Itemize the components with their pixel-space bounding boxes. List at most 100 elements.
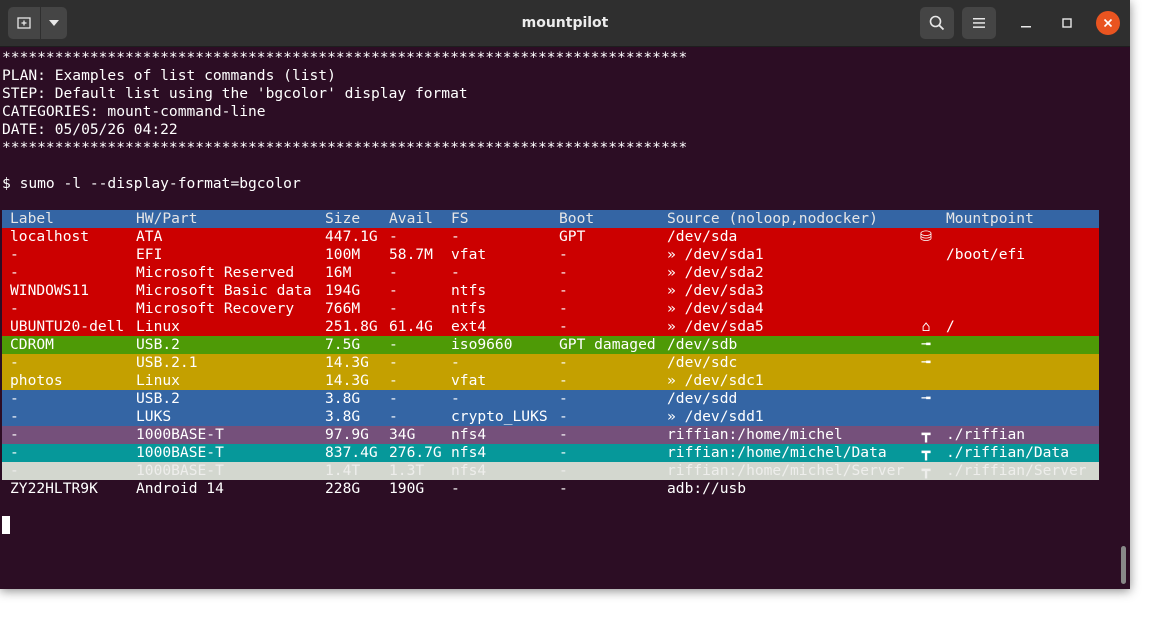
cell-avail: - bbox=[389, 228, 398, 245]
cell-fs: ext4 bbox=[451, 318, 487, 335]
cell-label: - bbox=[10, 354, 19, 371]
header-fs: FS bbox=[451, 210, 469, 227]
search-icon bbox=[929, 15, 945, 31]
cell-fs: crypto_LUKS bbox=[451, 408, 548, 425]
header-label: Label bbox=[10, 210, 54, 227]
cell-boot: - bbox=[559, 318, 568, 335]
cell-size: 447.1G bbox=[325, 228, 378, 245]
table-row: WINDOWS11 Microsoft Basic data 194G - ntfs - »… bbox=[2, 282, 1099, 300]
cell-source: riffian:/home/michel bbox=[667, 426, 843, 443]
cell-source: riffian:/home/michel/Server bbox=[667, 462, 905, 479]
cell-label: - bbox=[10, 408, 19, 425]
minimize-icon bbox=[1021, 26, 1031, 28]
cell-size: 228G bbox=[325, 480, 361, 497]
categories-line: CATEGORIES: mount-command-line bbox=[2, 103, 266, 120]
cell-size: 16M bbox=[325, 264, 352, 281]
cell-type-icon bbox=[918, 282, 934, 300]
cell-label: - bbox=[10, 444, 19, 461]
header-source: Source (noloop,nodocker) bbox=[667, 210, 878, 227]
cell-boot: - bbox=[559, 282, 568, 299]
table-row: - USB.2 3.8G - - - /dev/sdd ╼ bbox=[2, 390, 1099, 408]
cell-fs: ntfs bbox=[451, 300, 487, 317]
cell-size: 3.8G bbox=[325, 408, 361, 425]
tab-dropdown-button[interactable] bbox=[41, 7, 67, 39]
cell-source: » /dev/sda1 bbox=[667, 246, 764, 263]
scrollbar[interactable] bbox=[1121, 546, 1126, 584]
terminal-output[interactable]: ****************************************… bbox=[0, 47, 1110, 589]
plan-line: PLAN: Examples of list commands (list) bbox=[2, 67, 336, 84]
new-tab-button[interactable] bbox=[8, 7, 40, 39]
cell-avail: - bbox=[389, 264, 398, 281]
header-hw-part: HW/Part bbox=[136, 210, 198, 227]
cell-type-icon: ┳ bbox=[921, 426, 931, 443]
command-line: $ sumo -l --display-format=bgcolor bbox=[2, 175, 301, 192]
cell-label: - bbox=[10, 426, 19, 443]
table-row: - EFI 100M 58.7M vfat - » /dev/sda1/boot/efi bbox=[2, 246, 1099, 264]
cell-source: adb://usb bbox=[667, 480, 747, 497]
table-row: - Microsoft Recovery 766M - ntfs - » /dev/sda4 bbox=[2, 300, 1099, 318]
cell-boot: - bbox=[559, 354, 568, 371]
cell-boot: - bbox=[559, 264, 568, 281]
cell-avail: - bbox=[389, 300, 398, 317]
cell-type-icon: ╼ bbox=[921, 354, 931, 371]
maximize-button[interactable] bbox=[1055, 11, 1079, 35]
cell-fs: vfat bbox=[451, 246, 487, 263]
cell-source: » /dev/sdc1 bbox=[667, 372, 764, 389]
cell-type-icon: ⛁ bbox=[919, 228, 933, 245]
cell-label: photos bbox=[10, 372, 63, 389]
title-bar[interactable]: mountpilot bbox=[0, 0, 1130, 47]
cell-mountpoint: /boot/efi bbox=[946, 246, 1026, 263]
cell-source: » /dev/sda3 bbox=[667, 282, 764, 299]
cell-hw-part: 1000BASE-T bbox=[136, 444, 224, 461]
cell-avail: - bbox=[389, 372, 398, 389]
cell-type-icon: ┳ bbox=[921, 462, 931, 479]
cell-mountpoint: ./riffian bbox=[946, 426, 1026, 443]
cell-fs: ntfs bbox=[451, 282, 487, 299]
close-button[interactable] bbox=[1096, 11, 1120, 35]
cell-type-icon: ╼ bbox=[921, 336, 931, 353]
table-row: photos Linux 14.3G - vfat - » /dev/sdc1 bbox=[2, 372, 1099, 390]
cell-avail: - bbox=[389, 282, 398, 299]
cell-type-icon: ╼ bbox=[921, 390, 931, 407]
cell-hw-part: LUKS bbox=[136, 408, 172, 425]
header-boot: Boot bbox=[559, 210, 595, 227]
cell-label: WINDOWS11 bbox=[10, 282, 90, 299]
cell-fs: - bbox=[451, 390, 460, 407]
cell-fs: nfs4 bbox=[451, 426, 487, 443]
cell-source: » /dev/sdd1 bbox=[667, 408, 764, 425]
cell-size: 837.4G bbox=[325, 444, 378, 461]
cell-avail: 34G bbox=[389, 426, 416, 443]
cell-label: localhost bbox=[10, 228, 90, 245]
cell-source: /dev/sda bbox=[667, 228, 738, 245]
cell-type-icon bbox=[918, 300, 934, 318]
cell-label: - bbox=[10, 462, 19, 479]
menu-button[interactable] bbox=[962, 7, 996, 39]
header-size: Size bbox=[325, 210, 361, 227]
close-icon bbox=[1103, 18, 1113, 28]
cell-avail: - bbox=[389, 354, 398, 371]
search-button[interactable] bbox=[920, 7, 954, 39]
cell-fs: nfs4 bbox=[451, 444, 487, 461]
cell-boot: - bbox=[559, 390, 568, 407]
cell-label: - bbox=[10, 390, 19, 407]
cell-avail: 276.7G bbox=[389, 444, 442, 461]
cell-fs: - bbox=[451, 480, 460, 497]
cell-source: » /dev/sda2 bbox=[667, 264, 764, 281]
terminal-window: mountpilot *****************************… bbox=[0, 0, 1130, 589]
cell-size: 14.3G bbox=[325, 354, 369, 371]
table-header: Label HW/Part Size Avail FS Boot Source … bbox=[2, 210, 1099, 228]
cell-size: 194G bbox=[325, 282, 361, 299]
cell-hw-part: Android 14 bbox=[136, 480, 224, 497]
cell-source: /dev/sdd bbox=[667, 390, 738, 407]
table-row: - 1000BASE-T 1.4T 1.3T nfs4 - riffian:/home/mi… bbox=[2, 462, 1099, 480]
table-row: - 1000BASE-T 837.4G 276.7G nfs4 - riffian:/hom… bbox=[2, 444, 1099, 462]
cell-size: 1.4T bbox=[325, 462, 361, 479]
separator-line: ****************************************… bbox=[2, 49, 688, 66]
minimize-button[interactable] bbox=[1014, 11, 1038, 35]
cell-hw-part: Microsoft Recovery bbox=[136, 300, 295, 317]
cell-boot: - bbox=[559, 444, 568, 461]
cell-source: /dev/sdc bbox=[667, 354, 738, 371]
table-row: CDROM USB.2 7.5G - iso9660 GPT damaged/dev/sd… bbox=[2, 336, 1099, 354]
cell-hw-part: Linux bbox=[136, 372, 180, 389]
header-icon bbox=[918, 210, 934, 228]
